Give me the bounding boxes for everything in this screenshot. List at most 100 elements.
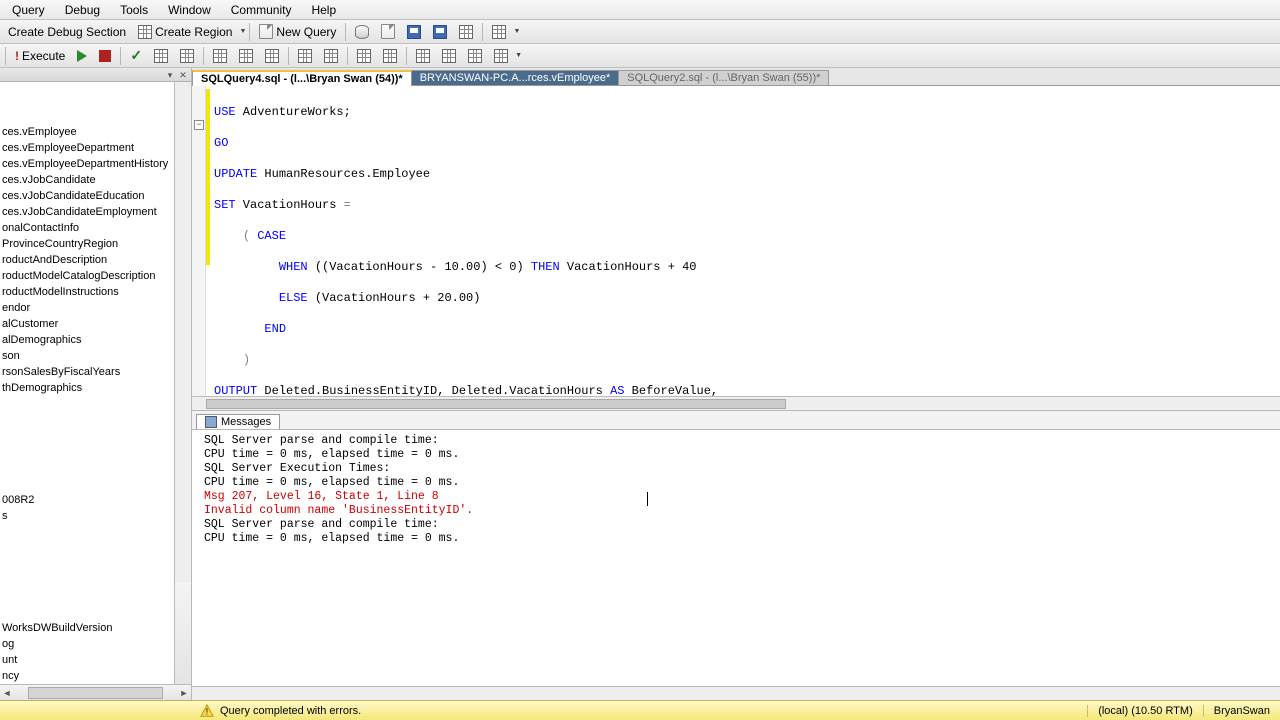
debug-button[interactable] bbox=[71, 48, 93, 64]
panel-header-controls: ▾ ✕ bbox=[0, 68, 191, 82]
print-button[interactable] bbox=[453, 23, 479, 41]
tab-sqlquery4[interactable]: SQLQuery4.sql - (l...\Bryan Swan (54))* bbox=[192, 70, 412, 86]
tab-sqlquery2[interactable]: SQLQuery2.sql - (l...\Bryan Swan (55))* bbox=[618, 70, 829, 85]
values-icon bbox=[416, 49, 430, 63]
parse-button[interactable]: ✓ bbox=[124, 45, 148, 66]
tree-item[interactable]: ces.vJobCandidate bbox=[0, 172, 175, 188]
tree-item[interactable]: ces.vEmployee bbox=[0, 124, 175, 140]
menu-tools[interactable]: Tools bbox=[110, 1, 158, 19]
menu-query[interactable]: Query bbox=[2, 1, 55, 19]
tree-item[interactable]: ncy bbox=[0, 668, 175, 684]
indent-button[interactable] bbox=[351, 47, 377, 65]
menu-window[interactable]: Window bbox=[158, 1, 221, 19]
status-bar: ! Query completed with errors. (local) (… bbox=[0, 700, 1280, 720]
tree-item[interactable]: alDemographics bbox=[0, 332, 175, 348]
dropdown-arrow-icon[interactable]: ▼ bbox=[513, 28, 520, 35]
error-line: Msg 207, Level 16, State 1, Line 8 bbox=[204, 490, 1268, 504]
new-query-button[interactable]: New Query bbox=[253, 22, 342, 41]
display-plan-button[interactable] bbox=[148, 47, 174, 65]
region-icon bbox=[138, 25, 152, 39]
new-query-icon bbox=[259, 24, 273, 39]
comment-button[interactable] bbox=[292, 47, 318, 65]
tree-item[interactable]: ces.vJobCandidateEducation bbox=[0, 188, 175, 204]
stop-button[interactable] bbox=[93, 48, 117, 64]
save-icon bbox=[407, 25, 421, 39]
outdent-icon bbox=[383, 49, 397, 63]
message-line: SQL Server parse and compile time: bbox=[204, 434, 1268, 448]
close-icon[interactable]: ✕ bbox=[177, 70, 189, 80]
tree-item[interactable]: roductAndDescription bbox=[0, 252, 175, 268]
pin-icon[interactable]: ▾ bbox=[164, 70, 176, 80]
results-grid-button[interactable] bbox=[233, 47, 259, 65]
results-text-button[interactable] bbox=[207, 47, 233, 65]
scroll-thumb[interactable] bbox=[206, 399, 786, 409]
scroll-right-icon[interactable]: ► bbox=[177, 688, 191, 698]
tree-item[interactable]: og bbox=[0, 636, 175, 652]
tree-item[interactable]: rsonSalesByFiscalYears bbox=[0, 364, 175, 380]
sidebar-hscroll[interactable]: ◄ ► bbox=[0, 684, 191, 700]
menu-debug[interactable]: Debug bbox=[55, 1, 110, 19]
object-tree-lower[interactable]: WorksDWBuildVersion og unt ncy bbox=[0, 582, 191, 684]
message-line: CPU time = 0 ms, elapsed time = 0 ms. bbox=[204, 448, 1268, 462]
tree-item[interactable]: roductModelInstructions bbox=[0, 284, 175, 300]
messages-hscroll[interactable] bbox=[192, 686, 1280, 700]
sql-editor[interactable]: − USE AdventureWorks; GO UPDATE HumanRes… bbox=[192, 86, 1280, 396]
message-line: CPU time = 0 ms, elapsed time = 0 ms. bbox=[204, 532, 1268, 546]
message-line: SQL Server parse and compile time: bbox=[204, 518, 1268, 532]
tree-item[interactable]: onalContactInfo bbox=[0, 220, 175, 236]
activity-button[interactable] bbox=[486, 23, 512, 41]
open-file-button[interactable] bbox=[375, 22, 401, 41]
tree-item[interactable]: alCustomer bbox=[0, 316, 175, 332]
options-icon bbox=[180, 49, 194, 63]
results-file-button[interactable] bbox=[259, 47, 285, 65]
specify-values-button[interactable] bbox=[410, 47, 436, 65]
dropdown-arrow-icon[interactable]: ▼ bbox=[239, 28, 246, 35]
create-region-button[interactable]: Create Region bbox=[132, 23, 238, 41]
save-all-button[interactable] bbox=[427, 23, 453, 41]
menu-help[interactable]: Help bbox=[301, 1, 346, 19]
create-debug-section-button[interactable]: Create Debug Section bbox=[2, 23, 132, 41]
intellisense-icon bbox=[494, 49, 508, 63]
tree-item[interactable]: endor bbox=[0, 300, 175, 316]
code-content[interactable]: USE AdventureWorks; GO UPDATE HumanResou… bbox=[192, 86, 1280, 396]
tree-item[interactable]: thDemographics bbox=[0, 380, 175, 396]
uncomment-icon bbox=[324, 49, 338, 63]
open-button[interactable] bbox=[349, 23, 375, 41]
messages-pane[interactable]: SQL Server parse and compile time: CPU t… bbox=[192, 430, 1280, 686]
file-icon bbox=[265, 49, 279, 63]
tree-item[interactable]: ces.vJobCandidateEmployment bbox=[0, 204, 175, 220]
menu-bar: Query Debug Tools Window Community Help bbox=[0, 0, 1280, 20]
tab-messages[interactable]: Messages bbox=[196, 414, 280, 429]
editor-hscroll[interactable] bbox=[192, 396, 1280, 410]
tab-vemployee[interactable]: BRYANSWAN-PC.A...rces.vEmployee* bbox=[411, 70, 620, 85]
tree-item[interactable]: roductModelCatalogDescription bbox=[0, 268, 175, 284]
tree-item[interactable]: unt bbox=[0, 652, 175, 668]
tree-item[interactable]: s bbox=[0, 508, 175, 524]
stop-icon bbox=[99, 50, 111, 62]
object-tree[interactable]: ces.vEmployee ces.vEmployeeDepartment ce… bbox=[0, 82, 191, 582]
stats-icon bbox=[468, 49, 482, 63]
tree-item[interactable]: 008R2 bbox=[0, 492, 175, 508]
intellisense-button[interactable] bbox=[488, 47, 514, 65]
uncomment-button[interactable] bbox=[318, 47, 344, 65]
check-icon: ✓ bbox=[130, 47, 142, 64]
execute-button[interactable]: ! Execute bbox=[9, 47, 71, 65]
scroll-left-icon[interactable]: ◄ bbox=[0, 688, 14, 698]
tree-item[interactable]: ces.vEmployeeDepartmentHistory bbox=[0, 156, 175, 172]
include-plan-button[interactable] bbox=[436, 47, 462, 65]
include-icon bbox=[442, 49, 456, 63]
scroll-thumb[interactable] bbox=[28, 687, 163, 699]
outdent-button[interactable] bbox=[377, 47, 403, 65]
save-button[interactable] bbox=[401, 23, 427, 41]
play-icon bbox=[77, 50, 87, 62]
query-options-button[interactable] bbox=[174, 47, 200, 65]
tree-item[interactable]: ces.vEmployeeDepartment bbox=[0, 140, 175, 156]
object-explorer-panel: ▾ ✕ ces.vEmployee ces.vEmployeeDepartmen… bbox=[0, 68, 192, 700]
tree-item[interactable]: son bbox=[0, 348, 175, 364]
dropdown-arrow-icon[interactable]: ▼ bbox=[515, 52, 522, 59]
include-stats-button[interactable] bbox=[462, 47, 488, 65]
menu-community[interactable]: Community bbox=[221, 1, 302, 19]
tree-item[interactable]: WorksDWBuildVersion bbox=[0, 620, 175, 636]
fold-minus-icon[interactable]: − bbox=[194, 120, 204, 130]
tree-item[interactable]: ProvinceCountryRegion bbox=[0, 236, 175, 252]
